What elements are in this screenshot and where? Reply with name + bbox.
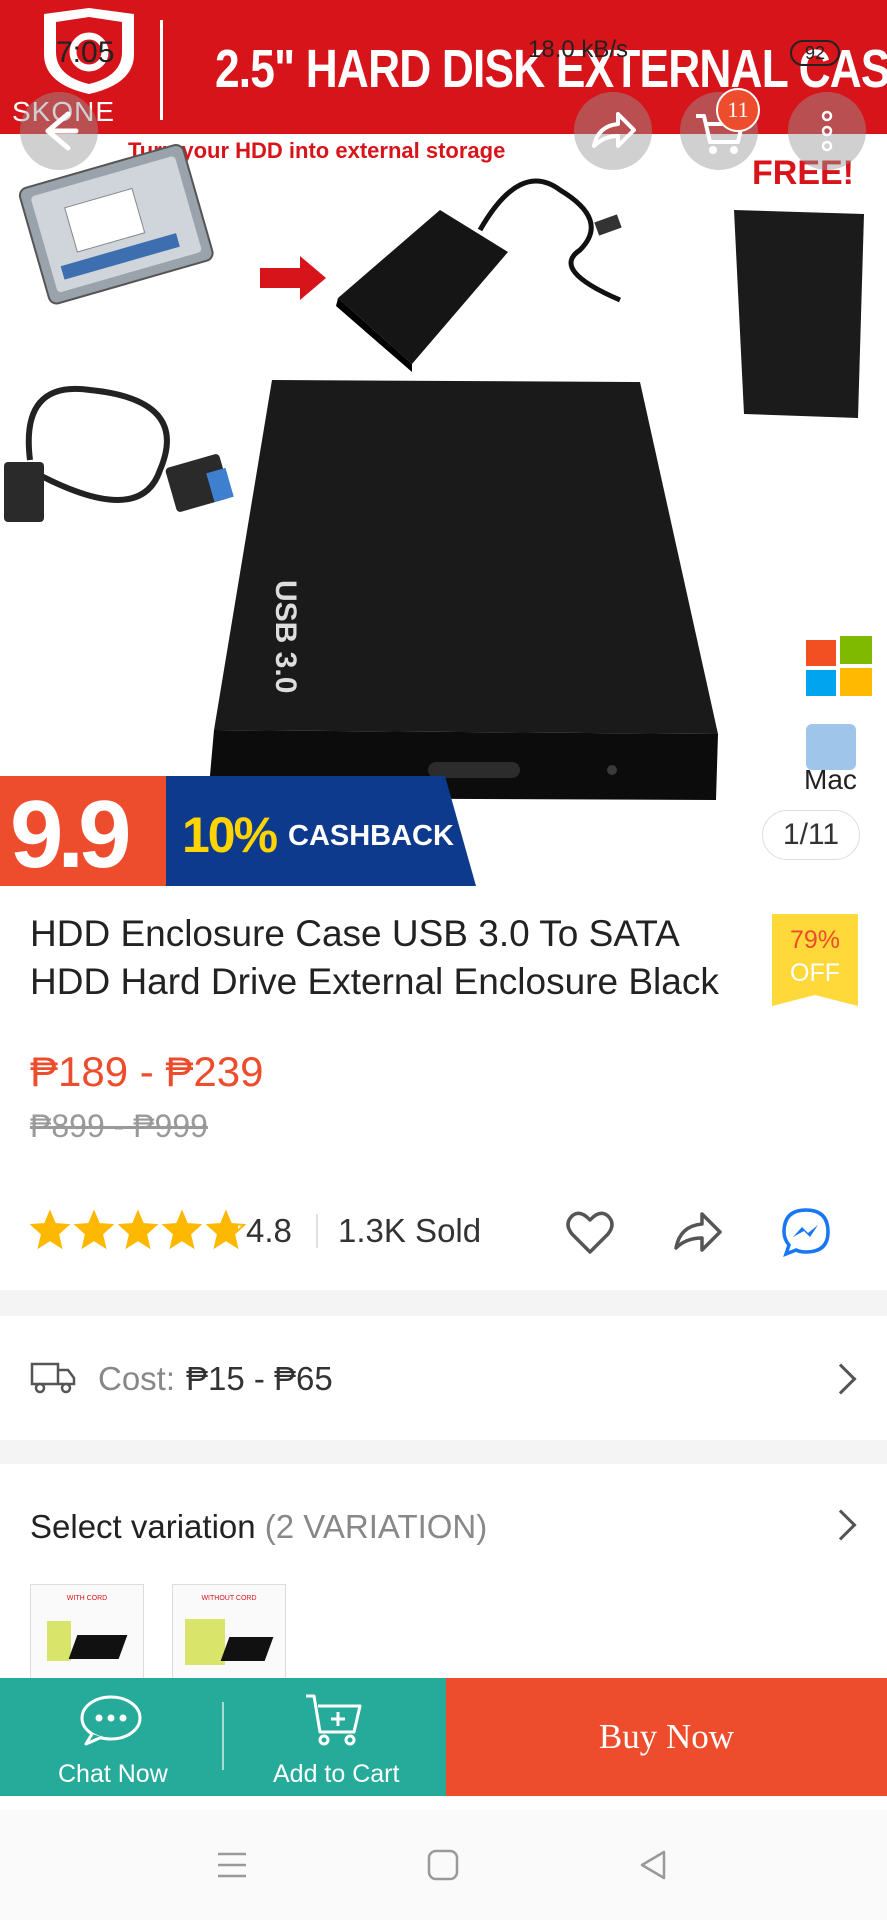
star-icon bbox=[74, 1210, 114, 1250]
promo-cashback-label: CASHBACK bbox=[288, 820, 454, 852]
discount-badge: 79% OFF bbox=[772, 914, 858, 1006]
variation-title: Select variation (2 VARIATION) bbox=[30, 1508, 487, 1546]
section-divider bbox=[0, 1290, 887, 1316]
discount-label: OFF bbox=[790, 959, 840, 987]
messenger-icon[interactable] bbox=[778, 1204, 834, 1260]
price-range: ₱189 - ₱239 bbox=[30, 1048, 264, 1095]
variation-thumb-with-cord[interactable]: WITH CORD bbox=[30, 1584, 144, 1684]
star-icon bbox=[206, 1210, 246, 1250]
chat-now-label: Chat Now bbox=[58, 1760, 168, 1788]
share-icon[interactable] bbox=[670, 1204, 726, 1260]
battery-icon: 92 bbox=[790, 40, 840, 66]
mac-label: Mac bbox=[804, 764, 857, 795]
product-case-image bbox=[220, 1637, 274, 1661]
variation-thumb-without-cord[interactable]: WITHOUT CORD bbox=[172, 1584, 286, 1684]
section-divider bbox=[0, 1440, 887, 1466]
discount-percent: 79% bbox=[789, 926, 841, 954]
star-icon bbox=[30, 1210, 70, 1250]
variation-thumb-label: WITH CORD bbox=[66, 1595, 108, 1602]
star-icon bbox=[162, 1210, 202, 1250]
rating-value: 4.8 bbox=[246, 1212, 292, 1249]
image-counter: 1/11 bbox=[762, 810, 860, 860]
variation-thumb-label: WITHOUT CORD bbox=[201, 1595, 257, 1602]
product-box-image bbox=[47, 1621, 71, 1661]
share-button[interactable] bbox=[574, 92, 652, 170]
rating-stars bbox=[30, 1210, 246, 1250]
menu-icon[interactable] bbox=[216, 1850, 248, 1880]
more-options-button[interactable] bbox=[788, 92, 866, 170]
variation-label: Select variation bbox=[30, 1508, 256, 1545]
sold-count: 1.3K Sold bbox=[338, 1212, 482, 1249]
star-icon bbox=[118, 1210, 158, 1250]
rating-divider bbox=[316, 1214, 318, 1248]
status-time: 7:05 bbox=[56, 36, 115, 69]
home-icon[interactable] bbox=[426, 1848, 460, 1882]
product-page: SKONE 2.5" HARD DISK EXTERNAL CASE Turn … bbox=[0, 0, 887, 1920]
cart-count-badge: 11 bbox=[716, 88, 760, 132]
more-icon bbox=[821, 110, 833, 152]
device-label: USB 3.0 bbox=[269, 580, 302, 694]
original-price: ₱899 - ₱999 bbox=[30, 1108, 208, 1144]
back-arrow-icon bbox=[45, 111, 79, 151]
product-case-image bbox=[68, 1635, 128, 1659]
heart-icon[interactable] bbox=[562, 1204, 618, 1260]
product-title: HDD Enclosure Case USB 3.0 To SATA HDD H… bbox=[30, 913, 719, 1002]
buy-now-button[interactable]: Buy Now bbox=[446, 1678, 887, 1796]
chat-bubble-icon bbox=[80, 1695, 142, 1746]
back-button[interactable] bbox=[20, 92, 98, 170]
add-to-cart-label: Add to Cart bbox=[273, 1760, 400, 1788]
back-icon[interactable] bbox=[636, 1848, 670, 1882]
truck-icon bbox=[30, 1362, 76, 1394]
share-icon bbox=[592, 112, 636, 148]
status-net-speed: 18.0 kB/s bbox=[528, 36, 629, 63]
system-nav-bar bbox=[0, 1810, 887, 1920]
promo-sale-number: 9.9 bbox=[10, 781, 131, 886]
variation-count: (2 VARIATION) bbox=[264, 1508, 488, 1545]
add-cart-icon bbox=[306, 1694, 362, 1746]
shipping-cost: ₱15 - ₱65 bbox=[186, 1360, 333, 1397]
product-box-image bbox=[185, 1619, 225, 1665]
shipping-label: Cost: bbox=[98, 1360, 176, 1397]
promo-cashback-percent: 10% bbox=[182, 807, 278, 863]
